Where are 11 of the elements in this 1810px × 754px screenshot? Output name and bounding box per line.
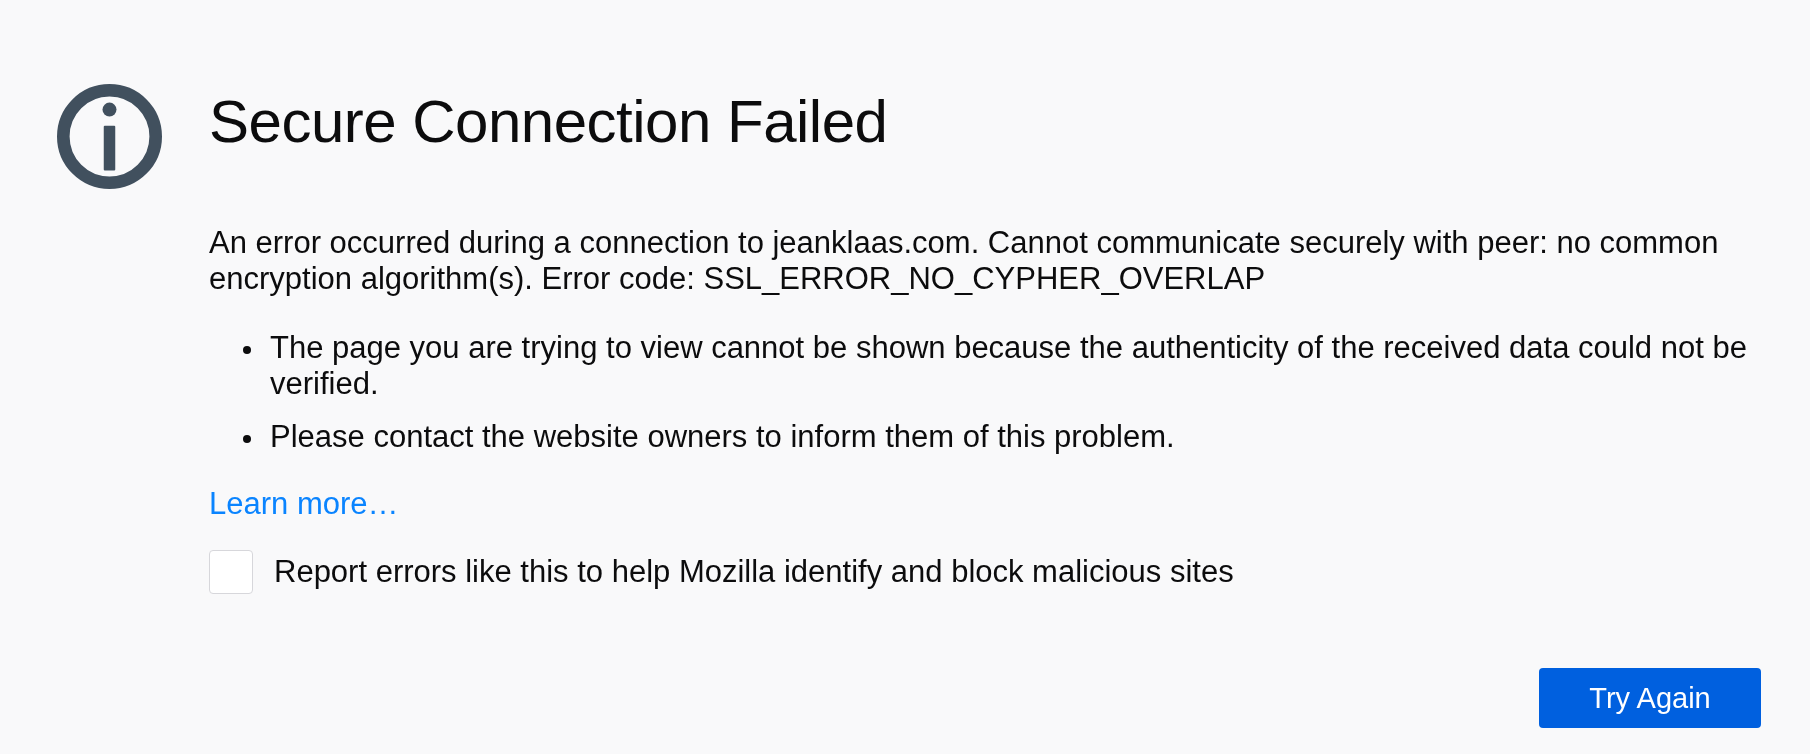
try-again-button[interactable]: Try Again bbox=[1539, 668, 1761, 728]
error-description: An error occurred during a connection to jeanklaas.com. Cannot communicate securely with peer: no common encryption algorithm(s). Error code: SSL_ERROR_NO_CYPHER_OVERLAP bbox=[209, 225, 1720, 297]
bullet-text: Please contact the website owners to inform them of this problem. bbox=[270, 419, 1175, 455]
checkbox-label: Report errors like this to help Mozilla identify and block malicious sites bbox=[274, 554, 1234, 590]
learn-more-link[interactable]: Learn more… bbox=[209, 486, 399, 522]
bullet-icon bbox=[243, 435, 251, 443]
info-icon bbox=[57, 84, 162, 189]
bullet-text: The page you are trying to view cannot be shown because the authenticity of the received data could not be verified. bbox=[270, 330, 1748, 402]
report-checkbox[interactable] bbox=[209, 550, 253, 594]
bullet-icon bbox=[243, 346, 251, 354]
page-title: Secure Connection Failed bbox=[209, 87, 889, 157]
